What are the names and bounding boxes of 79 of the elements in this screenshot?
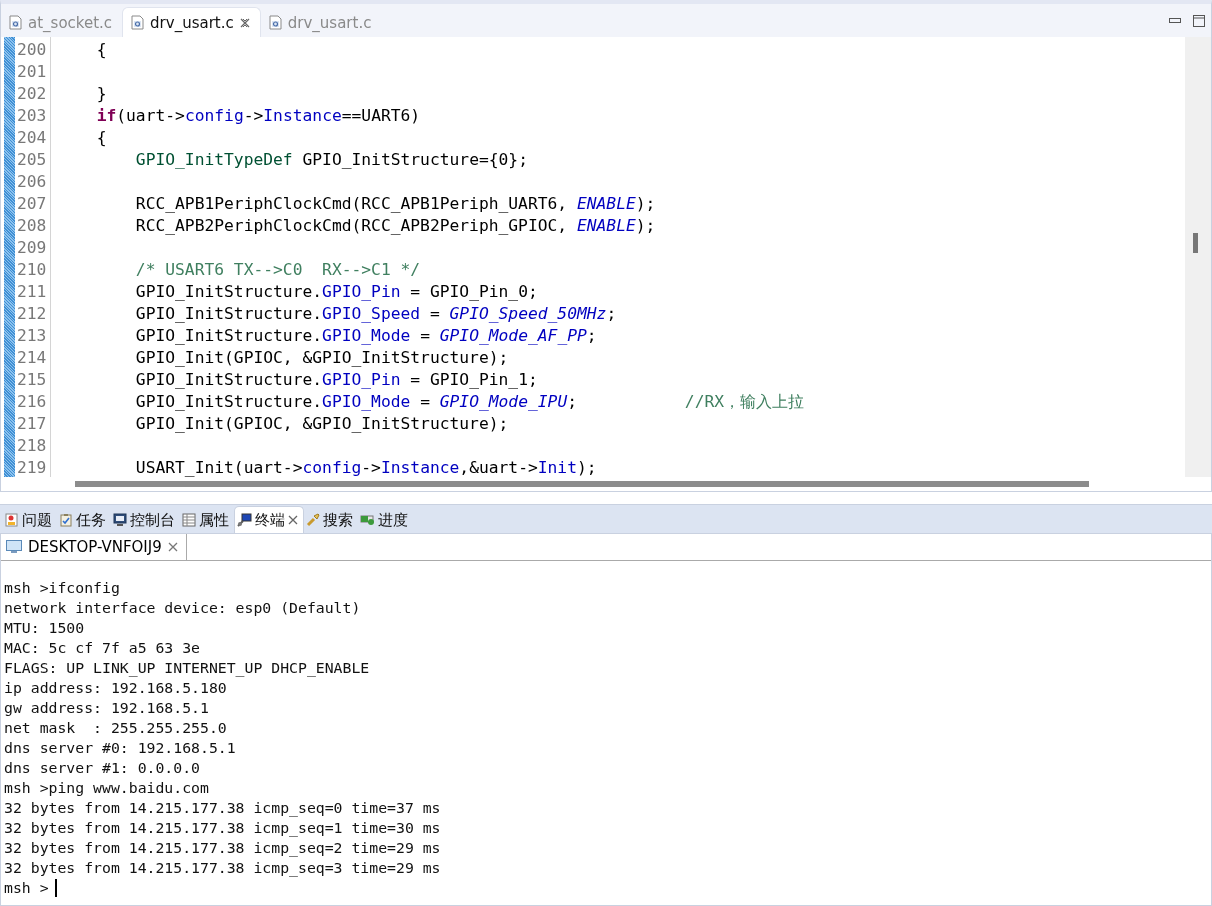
close-icon[interactable] — [167, 542, 178, 552]
terminal-line: net mask : 255.255.255.0 — [4, 718, 228, 738]
code-line: GPIO_Init(GPIOC, &GPIO_InitStructure); — [134, 414, 509, 433]
code-line: { — [95, 40, 107, 59]
code-line: GPIO_InitStructure.GPIO_Pin = GPIO_Pin_1; — [134, 370, 538, 389]
line-number: 201 — [17, 61, 47, 83]
text-cursor — [54, 879, 57, 897]
line-number: 219 — [17, 457, 47, 479]
code-line: GPIO_InitStructure.GPIO_Speed = GPIO_Speed_50MHz; — [134, 304, 617, 323]
code-line: if(uart->config->Instance==UART6) — [95, 106, 421, 125]
terminal-line: ip address: 192.168.5.180 — [4, 678, 228, 698]
code-line: } — [95, 84, 107, 103]
line-number: 212 — [17, 303, 47, 325]
terminal-line: 32 bytes from 14.215.177.38 icmp_seq=2 time=29 ms — [4, 838, 442, 858]
terminal-line: MAC: 5c cf 7f a5 63 3e — [4, 638, 201, 658]
table-icon — [182, 513, 196, 527]
editor-tab[interactable]: drv_usart.c — [122, 7, 261, 37]
code-line: RCC_APB2PeriphClockCmd(RCC_APB2Periph_GPIOC, ENABLE); — [134, 216, 656, 235]
terminal-prompt: msh > — [4, 878, 49, 898]
line-number: 209 — [17, 237, 47, 259]
line-number: 205 — [17, 149, 47, 171]
terminal-line: MTU: 1500 — [4, 618, 86, 638]
close-icon[interactable] — [288, 515, 298, 525]
code-line: GPIO_InitTypeDef GPIO_InitStructure={0}; — [134, 150, 528, 169]
maximize-icon[interactable] — [1193, 15, 1205, 27]
code-line: GPIO_InitStructure.GPIO_Mode = GPIO_Mode_IPU; //RX，输入上拉 — [134, 392, 805, 411]
line-number: 207 — [17, 193, 47, 215]
code-line: USART_Init(uart->config->Instance,&uart->Init); — [134, 458, 597, 477]
terminal-line: FLAGS: UP LINK_UP INTERNET_UP DHCP_ENABLE — [4, 658, 371, 678]
vertical-scrollbar[interactable] — [1185, 37, 1211, 477]
line-number: 214 — [17, 347, 47, 369]
terminal-icon — [237, 513, 252, 527]
line-number: 210 — [17, 259, 47, 281]
panel-tab[interactable]: 属性 — [180, 507, 234, 533]
monitor-icon — [6, 540, 22, 554]
line-number: 202 — [17, 83, 47, 105]
panel-tab[interactable]: 问题 — [3, 507, 57, 533]
terminal-line: 32 bytes from 14.215.177.38 icmp_seq=3 time=29 ms — [4, 858, 442, 878]
problems-icon — [5, 513, 19, 527]
c-file-icon — [268, 15, 282, 30]
minimize-icon[interactable] — [1169, 18, 1181, 24]
code-line: GPIO_Init(GPIOC, &GPIO_InitStructure); — [134, 348, 509, 367]
code-line: RCC_APB1PeriphClockCmd(RCC_APB1Periph_UART6, ENABLE); — [134, 194, 656, 213]
line-number: 217 — [17, 413, 47, 435]
terminal-line: dns server #1: 0.0.0.0 — [4, 758, 201, 778]
line-number: 206 — [17, 171, 47, 193]
c-file-icon — [9, 15, 22, 30]
terminal-line: dns server #0: 192.168.5.1 — [4, 738, 237, 758]
panel-tab[interactable]: 任务 — [57, 507, 111, 533]
progress-icon — [360, 514, 375, 526]
line-number: 218 — [17, 435, 47, 457]
line-number: 216 — [17, 391, 47, 413]
line-number: 204 — [17, 127, 47, 149]
line-number: 208 — [17, 215, 47, 237]
c-file-icon — [131, 15, 145, 30]
line-number: 213 — [17, 325, 47, 347]
terminal-line: 32 bytes from 14.215.177.38 icmp_seq=1 time=30 ms — [4, 818, 442, 838]
panel-tab[interactable]: 搜索 — [304, 507, 358, 533]
horizontal-scrollbar[interactable] — [75, 481, 1089, 487]
terminal-line: msh >ping www.baidu.com — [4, 778, 210, 798]
code-line: GPIO_InitStructure.GPIO_Pin = GPIO_Pin_0; — [134, 282, 538, 301]
line-number: 215 — [17, 369, 47, 391]
close-icon[interactable] — [239, 17, 250, 28]
terminal-line: 32 bytes from 14.215.177.38 icmp_seq=0 time=37 ms — [4, 798, 442, 818]
terminal-line: gw address: 192.168.5.1 — [4, 698, 210, 718]
clipboard-icon — [59, 513, 73, 527]
code-line: /* USART6 TX-->C0 RX-->C1 */ — [134, 260, 421, 279]
line-number: 203 — [17, 105, 47, 127]
line-number: 211 — [17, 281, 47, 303]
terminal-line: network interface device: esp0 (Default) — [4, 598, 362, 618]
code-line: { — [95, 128, 107, 147]
monitor-icon — [113, 513, 127, 527]
panel-tab[interactable]: 终端 — [234, 506, 304, 533]
code-line: GPIO_InitStructure.GPIO_Mode = GPIO_Mode_AF_PP; — [134, 326, 597, 345]
panel-tab[interactable]: 控制台 — [111, 507, 180, 533]
panel-tab[interactable]: 进度 — [358, 507, 413, 533]
line-number: 200 — [17, 39, 47, 61]
flashlight-icon — [306, 513, 320, 527]
terminal-line: msh >ifconfig — [4, 578, 121, 598]
